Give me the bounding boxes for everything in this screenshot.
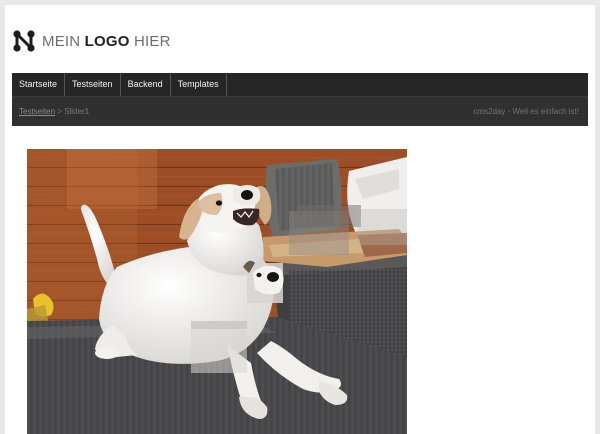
logo-text-light: MEIN [42, 32, 85, 50]
image-slider[interactable] [27, 149, 407, 434]
breadcrumb-separator: > [55, 107, 65, 116]
nav-item-testseiten[interactable]: Testseiten [65, 73, 121, 96]
main-nav: Startseite Testseiten Backend Templates [12, 73, 588, 97]
nav-item-templates[interactable]: Templates [171, 73, 227, 96]
dog-on-couch-photo [27, 149, 407, 434]
logo-text-tail: HIER [129, 32, 171, 50]
molecule-n-icon [13, 30, 35, 52]
logo-text: MEIN LOGO HIER [42, 33, 171, 50]
nav-item-backend[interactable]: Backend [121, 73, 171, 96]
nav-item-startseite[interactable]: Startseite [12, 73, 66, 96]
breadcrumb: Testseiten > Slider1 [19, 97, 89, 126]
logo-text-bold: LOGO [84, 32, 130, 50]
breadcrumb-link[interactable]: Testseiten [19, 107, 55, 116]
page: MEIN LOGO HIER Startseite Testseiten Bac… [5, 5, 595, 434]
breadcrumb-current: Slider1 [64, 107, 90, 116]
site-logo[interactable]: MEIN LOGO HIER [13, 29, 171, 53]
breadcrumb-bar: Testseiten > Slider1 cms2day - Weil es e… [12, 97, 588, 126]
tagline: cms2day - Weil es einfach ist! [473, 107, 579, 116]
